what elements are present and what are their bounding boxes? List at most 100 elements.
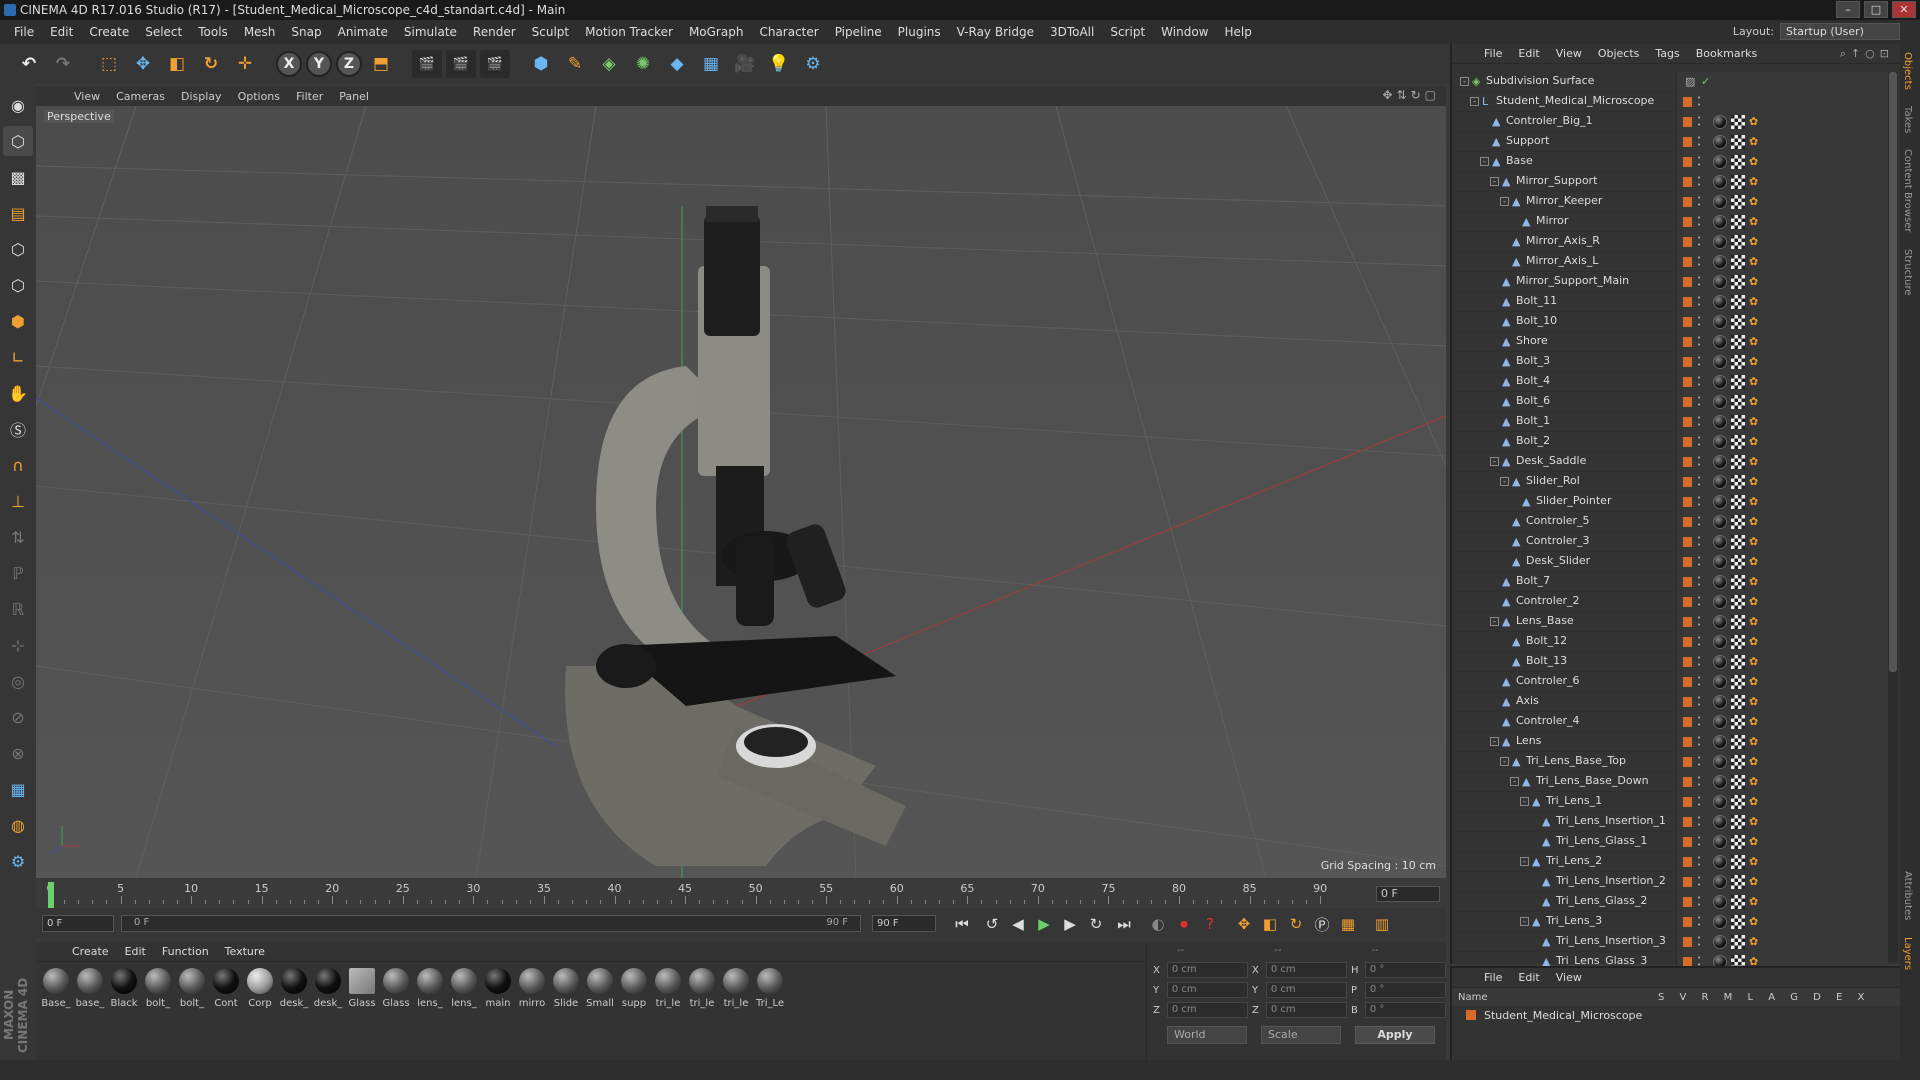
layer-color-icon[interactable] [1683, 717, 1692, 727]
menu-item-plugins[interactable]: Plugins [890, 25, 949, 39]
key-position-icon[interactable]: ✥ [1232, 912, 1256, 936]
expand-toggle-icon[interactable]: - [1490, 457, 1499, 466]
object-menu-file[interactable]: File [1476, 47, 1510, 60]
material-tag-icon[interactable] [1713, 635, 1727, 649]
phong-tag-icon[interactable]: ✿ [1749, 135, 1761, 149]
phong-tag-icon[interactable]: ✿ [1749, 795, 1761, 809]
material-tag-icon[interactable] [1713, 175, 1727, 189]
phong-tag-icon[interactable]: ✿ [1749, 415, 1761, 429]
keyframe-icon[interactable]: ◐ [1146, 912, 1170, 936]
make-editable-icon[interactable]: ◉ [3, 90, 33, 120]
visibility-dots-icon[interactable]: • • [1697, 315, 1701, 329]
expand-toggle-icon[interactable]: - [1470, 97, 1479, 106]
texture-tag-icon[interactable] [1731, 435, 1745, 449]
visibility-dots-icon[interactable]: • • [1697, 795, 1701, 809]
object-row[interactable]: ▲ Controler_4 • • ✿ [1452, 712, 1888, 732]
layer-menu-edit[interactable]: Edit [1510, 971, 1547, 984]
object-row[interactable]: - ▲ Tri_Lens_Base_Down • • ✿ [1452, 772, 1888, 792]
coord-value-field[interactable]: 0 ° [1364, 962, 1446, 978]
object-row[interactable]: - ▲ Tri_Lens_3 • • ✿ [1452, 912, 1888, 932]
visibility-dots-icon[interactable]: • • [1697, 395, 1701, 409]
texture-tag-icon[interactable] [1731, 475, 1745, 489]
key-rotation-icon[interactable]: ↻ [1284, 912, 1308, 936]
phong-tag-icon[interactable]: ✿ [1749, 235, 1761, 249]
timeline-window-icon[interactable]: ▥ [1370, 912, 1394, 936]
object-row[interactable]: - ▲ Mirror_Support • • ✿ [1452, 172, 1888, 192]
material-tag-icon[interactable] [1713, 715, 1727, 729]
visibility-dots-icon[interactable]: • • [1697, 595, 1701, 609]
layer-color-icon[interactable] [1683, 197, 1692, 207]
python-icon[interactable]: ⚙ [798, 49, 828, 79]
layer-color-icon[interactable] [1683, 317, 1692, 327]
texture-tag-icon[interactable] [1731, 335, 1745, 349]
live-selection-icon[interactable]: ⬚ [94, 49, 124, 79]
tool-5-icon[interactable]: ◎ [3, 666, 33, 696]
expand-toggle-icon[interactable]: - [1520, 797, 1529, 806]
material-tag-icon[interactable] [1713, 455, 1727, 469]
y-axis-lock-icon[interactable]: Y [306, 51, 332, 77]
cube-primitive-icon[interactable]: ⬢ [526, 49, 556, 79]
layer-color-icon[interactable] [1683, 597, 1692, 607]
subdivision-surface-icon[interactable]: ◈ [594, 49, 624, 79]
expand-toggle-icon[interactable]: - [1460, 77, 1469, 86]
auto-key-icon[interactable]: ? [1198, 912, 1222, 936]
visibility-dots-icon[interactable]: • • [1697, 755, 1701, 769]
workplane-icon[interactable]: ▤ [3, 198, 33, 228]
phong-tag-icon[interactable]: ✿ [1749, 675, 1761, 689]
phong-tag-icon[interactable]: ✿ [1749, 295, 1761, 309]
menu-item-window[interactable]: Window [1153, 25, 1216, 39]
object-row[interactable]: ▲ Desk_Slider • • ✿ [1452, 552, 1888, 572]
layer-color-icon[interactable] [1683, 877, 1692, 887]
viewport-menu-panel[interactable]: Panel [331, 90, 377, 103]
model-mode-icon[interactable]: ⬡ [3, 126, 33, 156]
visibility-dots-icon[interactable]: • • [1697, 335, 1701, 349]
object-row[interactable]: - ▲ Lens • • ✿ [1452, 732, 1888, 752]
expand-toggle-icon[interactable]: - [1490, 737, 1499, 746]
texture-tag-icon[interactable] [1731, 775, 1745, 789]
tool-4-icon[interactable]: ⊹ [3, 630, 33, 660]
texture-tag-icon[interactable] [1731, 635, 1745, 649]
material-tag-icon[interactable] [1713, 895, 1727, 909]
material-tag-icon[interactable] [1713, 515, 1727, 529]
visibility-dots-icon[interactable]: • • [1697, 135, 1701, 149]
material-tag-icon[interactable] [1713, 935, 1727, 949]
phong-tag-icon[interactable]: ✿ [1749, 595, 1761, 609]
coord-value-field[interactable]: 0 cm [1265, 962, 1347, 978]
layer-color-icon[interactable] [1683, 617, 1692, 627]
material-tag-icon[interactable] [1713, 815, 1727, 829]
texture-tag-icon[interactable] [1731, 115, 1745, 129]
viewport-menu-filter[interactable]: Filter [288, 90, 331, 103]
phong-tag-icon[interactable]: ✿ [1749, 915, 1761, 929]
layer-menu-file[interactable]: File [1476, 971, 1510, 984]
visibility-dots-icon[interactable]: • • [1697, 435, 1701, 449]
tool-3-icon[interactable]: ℝ [3, 594, 33, 624]
preview-range-slider[interactable]: 0 F 90 F [121, 915, 861, 932]
layer-color-icon[interactable] [1683, 217, 1692, 227]
layer-color-icon[interactable] [1683, 577, 1692, 587]
material-tag-icon[interactable] [1713, 615, 1727, 629]
material-tag-icon[interactable] [1713, 475, 1727, 489]
material-menu-edit[interactable]: Edit [117, 945, 154, 958]
material-tag-icon[interactable] [1713, 795, 1727, 809]
phong-tag-icon[interactable]: ✿ [1749, 775, 1761, 789]
phong-tag-icon[interactable]: ✿ [1749, 815, 1761, 829]
layer-color-icon[interactable] [1683, 117, 1692, 127]
phong-tag-icon[interactable]: ✿ [1749, 695, 1761, 709]
enabled-check-icon[interactable]: ✓ [1701, 75, 1713, 89]
object-row[interactable]: - ▲ Tri_Lens_1 • • ✿ [1452, 792, 1888, 812]
object-row[interactable]: - ▲ Base • • ✿ [1452, 152, 1888, 172]
expand-toggle-icon[interactable]: - [1500, 197, 1509, 206]
material-tag-icon[interactable] [1713, 435, 1727, 449]
object-row[interactable]: ▲ Mirror_Axis_R • • ✿ [1452, 232, 1888, 252]
material-item[interactable]: tri_le [654, 968, 682, 1009]
object-row[interactable]: ▲ Bolt_11 • • ✿ [1452, 292, 1888, 312]
layer-color-icon[interactable] [1683, 677, 1692, 687]
undo-icon[interactable]: ↶ [14, 49, 44, 79]
magnet-icon[interactable]: ∩ [3, 450, 33, 480]
coord-value-field[interactable]: 0 cm [1265, 982, 1347, 998]
layer-color-icon[interactable] [1683, 357, 1692, 367]
visibility-dots-icon[interactable]: • • [1697, 495, 1701, 509]
texture-tag-icon[interactable] [1731, 135, 1745, 149]
key-scale-icon[interactable]: ◧ [1258, 912, 1282, 936]
texture-tag-icon[interactable] [1731, 895, 1745, 909]
